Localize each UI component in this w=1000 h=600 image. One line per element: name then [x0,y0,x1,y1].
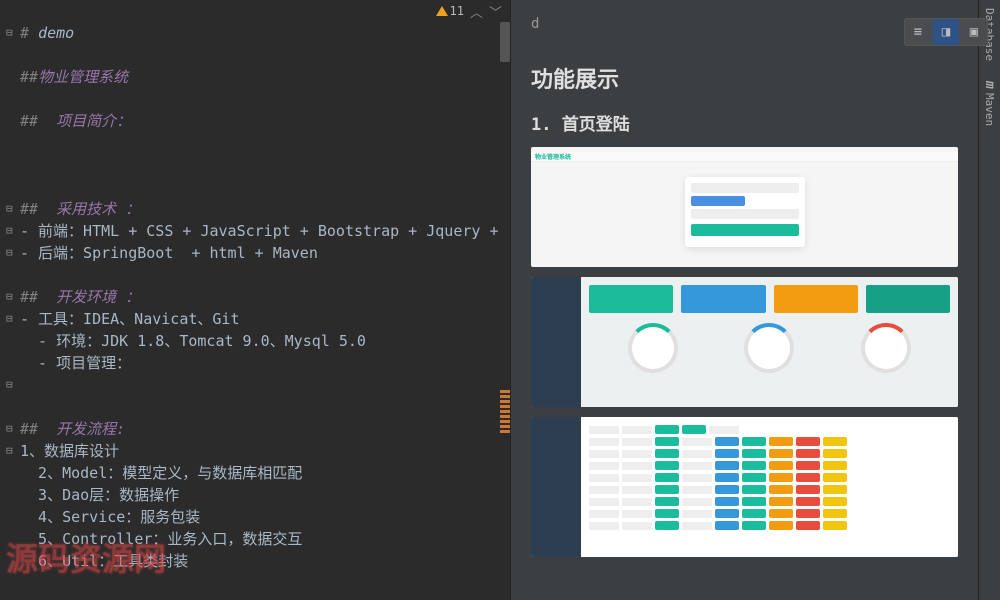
warning-icon [436,6,448,16]
code-line[interactable]: - 工具：IDEA、Navicat、Git [20,308,510,330]
view-split-icon[interactable]: ◨ [933,19,959,45]
fold-marker-icon[interactable]: ⊟ [6,286,13,308]
view-image-icon[interactable]: ▣ [961,19,978,45]
view-list-icon[interactable]: ≡ [905,19,931,45]
tool-tab-maven[interactable]: m Maven [982,81,997,126]
code-line[interactable]: 4、Service：服务包装 [20,506,510,528]
fold-marker-icon[interactable]: ⊟ [6,308,13,330]
code-line[interactable]: - 后端：SpringBoot + html + Maven [20,242,510,264]
code-line[interactable] [20,132,510,154]
screenshot-dashboard[interactable] [531,277,958,407]
code-line[interactable] [20,88,510,110]
preview-toolbar: ≡ ◨ ▣ [904,18,978,46]
next-occurrence-icon[interactable]: ﹀ [489,2,502,21]
fold-marker-icon[interactable]: ⊟ [6,440,13,462]
code-line[interactable] [20,396,510,418]
warnings-indicator[interactable]: 11 [436,4,464,18]
editor-body[interactable]: ⊟ # demo ##物业管理系统 ## 项目简介： ⊟ ## 采用技术 ： ⊟ - 前… [0,22,510,600]
fold-marker-icon[interactable]: ⊟ [6,198,13,220]
preview-heading-1: 功能展示 [531,62,958,94]
vertical-scrollbar[interactable] [500,22,510,62]
code-line[interactable]: ## 项目简介： [20,110,510,132]
code-line[interactable]: ## 采用技术 ： [20,198,510,220]
code-line[interactable]: - 环境：JDK 1.8、Tomcat 9.0、Mysql 5.0 [20,330,510,352]
code-line[interactable] [20,374,510,396]
code-line[interactable]: # demo [20,22,510,44]
code-line[interactable]: ##物业管理系统 [20,66,510,88]
warning-count: 11 [450,4,464,18]
code-editor-pane: 11 ︿ ﹀ ⊟ # demo ##物业管理系统 ## 项目简介： ⊟ ## 采用技… [0,0,510,600]
fold-marker-icon[interactable]: ⊟ [6,220,13,242]
markdown-preview-pane: d ≡ ◨ ▣ 功能展示 1. 首页登陆 物业管理系统 [510,0,1000,600]
fold-marker-icon[interactable]: ⊟ [6,418,13,440]
preview-heading-2: 1. 首页登陆 [531,110,958,135]
prev-occurrence-icon[interactable]: ︿ [470,2,483,21]
preview-content[interactable]: d ≡ ◨ ▣ 功能展示 1. 首页登陆 物业管理系统 [511,0,978,600]
code-line[interactable] [20,264,510,286]
code-line[interactable]: 5、Controller：业务入口，数据交互 [20,528,510,550]
code-line[interactable]: 3、Dao层：数据操作 [20,484,510,506]
code-line[interactable] [20,154,510,176]
preview-badge: d [531,16,958,32]
right-tool-window-bar: Database m Maven [978,0,1000,600]
maven-icon: m [982,81,997,89]
editor-header: 11 ︿ ﹀ [0,0,510,22]
fold-marker-icon[interactable]: ⊟ [6,242,13,264]
code-line[interactable] [20,176,510,198]
code-line[interactable]: 6、Util：工具类封装 [20,550,510,572]
code-line[interactable]: 1、数据库设计 [20,440,510,462]
code-line[interactable]: ## 开发流程: [20,418,510,440]
code-line[interactable] [20,44,510,66]
code-line[interactable]: - 项目管理： [20,352,510,374]
screenshot-table[interactable] [531,417,958,557]
code-line[interactable]: ## 开发环境 ： [20,286,510,308]
fold-marker-icon[interactable]: ⊟ [6,22,13,44]
screenshot-login[interactable]: 物业管理系统 [531,147,958,267]
code-line[interactable]: 2、Model：模型定义，与数据库相匹配 [20,462,510,484]
fold-marker-icon[interactable]: ⊟ [6,374,13,396]
code-line[interactable]: - 前端：HTML + CSS + JavaScript + Bootstrap… [20,220,510,242]
error-stripe[interactable] [500,390,510,435]
